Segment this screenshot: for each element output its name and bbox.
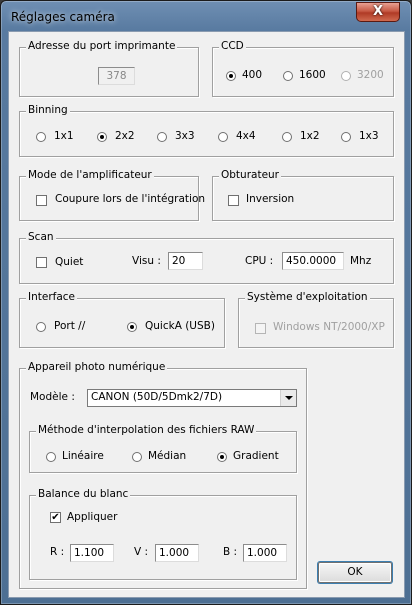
white-balance-apply-label: Appliquer (67, 511, 118, 523)
interpolation-label-lineaire: Linéaire (62, 450, 104, 462)
scan-cpu-label: CPU : (245, 255, 274, 267)
ccd-radio-3200 (341, 71, 351, 81)
camera-model-select[interactable]: CANON (50D/5Dmk2/7D) (87, 389, 297, 407)
interpolation-label-median: Médian (148, 450, 187, 462)
white-balance-group: Balance du blanc ✔ Appliquer R : V : B : (29, 488, 297, 580)
ccd-label-1600: 1600 (299, 69, 326, 81)
os-group: Système d'exploitation Windows NT/2000/X… (238, 291, 394, 348)
scan-visu-field[interactable] (168, 252, 203, 270)
scan-quiet-checkbox[interactable] (36, 257, 47, 268)
binning-radio-1x2[interactable] (282, 132, 292, 142)
title-bar[interactable]: Réglages caméra X (1, 1, 411, 31)
camera-model-value: CANON (50D/5Dmk2/7D) (91, 391, 223, 403)
binning-radio-3x3[interactable] (157, 132, 167, 142)
interpolation-radio-lineaire[interactable] (46, 452, 56, 462)
scan-legend: Scan (26, 231, 56, 243)
shutter-inversion-checkbox[interactable] (228, 195, 239, 206)
binning-label-1x2: 1x2 (300, 130, 320, 142)
ccd-legend: CCD (219, 40, 246, 52)
binning-label-4x4: 4x4 (236, 130, 256, 142)
chevron-down-icon[interactable] (280, 390, 296, 406)
port-address-legend: Adresse du port imprimante (26, 40, 178, 52)
amplifier-legend: Mode de l'amplificateur (26, 169, 154, 181)
amplifier-checkbox[interactable] (36, 195, 47, 206)
scan-cpu-field[interactable] (282, 252, 344, 270)
interface-group: Interface Port // QuickA (USB) (19, 291, 225, 348)
interpolation-radio-gradient[interactable] (217, 452, 227, 462)
ok-button[interactable]: OK (318, 562, 392, 583)
interface-legend: Interface (26, 291, 78, 303)
os-windows-label: Windows NT/2000/XP (273, 321, 385, 333)
ccd-label-400: 400 (242, 69, 263, 81)
white-balance-r-label: R : (50, 546, 65, 558)
port-address-field (98, 67, 135, 85)
white-balance-b-label: B : (223, 546, 238, 558)
white-balance-g-label: V : (134, 546, 149, 558)
scan-cpu-unit: Mhz (350, 255, 372, 267)
os-windows-checkbox (255, 323, 266, 334)
dialog-client-area: Adresse du port imprimante CCD 400 1600 … (8, 31, 405, 598)
interpolation-group: Méthode d'interpolation des fichiers RAW… (29, 424, 297, 473)
shutter-legend: Obturateur (219, 169, 282, 181)
ccd-radio-1600[interactable] (283, 71, 293, 81)
ccd-group: CCD 400 1600 3200 (212, 40, 394, 97)
close-button[interactable]: X (356, 2, 400, 22)
os-legend: Système d'exploitation (245, 291, 370, 303)
binning-group: Binning 1x1 2x2 3x3 4x4 1x2 1x3 (19, 104, 394, 157)
interpolation-legend: Méthode d'interpolation des fichiers RAW (36, 424, 257, 436)
binning-label-1x3: 1x3 (359, 130, 379, 142)
white-balance-b-field[interactable] (243, 544, 287, 562)
white-balance-r-field[interactable] (70, 544, 114, 562)
interpolation-radio-median[interactable] (132, 452, 142, 462)
binning-radio-1x1[interactable] (36, 132, 46, 142)
scan-group: Scan Quiet Visu : CPU : Mhz (19, 231, 394, 284)
shutter-inversion-label: Inversion (246, 193, 295, 205)
shutter-group: Obturateur Inversion (212, 169, 394, 221)
white-balance-apply-checkbox[interactable]: ✔ (50, 512, 61, 523)
camera-model-label: Modèle : (30, 391, 75, 403)
binning-label-1x1: 1x1 (54, 130, 74, 142)
camera-legend: Appareil photo numérique (26, 361, 168, 373)
interface-radio-parallel[interactable] (36, 322, 46, 332)
binning-radio-4x4[interactable] (218, 132, 228, 142)
ccd-radio-400[interactable] (226, 71, 236, 81)
binning-label-2x2: 2x2 (115, 130, 135, 142)
interface-label-quicka: QuickA (USB) (145, 320, 215, 332)
binning-legend: Binning (26, 104, 70, 116)
amplifier-group: Mode de l'amplificateur Coupure lors de … (19, 169, 205, 221)
window-title: Réglages caméra (11, 10, 115, 24)
interpolation-label-gradient: Gradient (233, 450, 279, 462)
camera-group: Appareil photo numérique Modèle : CANON … (19, 361, 307, 589)
scan-visu-label: Visu : (132, 255, 161, 267)
dialog-window: Réglages caméra X Adresse du port imprim… (0, 0, 412, 605)
check-icon: ✔ (51, 512, 60, 523)
white-balance-g-field[interactable] (155, 544, 199, 562)
ccd-label-3200: 3200 (357, 69, 384, 81)
binning-radio-1x3[interactable] (341, 132, 351, 142)
port-address-group: Adresse du port imprimante (19, 40, 199, 97)
scan-quiet-label: Quiet (55, 256, 84, 268)
white-balance-legend: Balance du blanc (36, 488, 131, 500)
binning-label-3x3: 3x3 (175, 130, 195, 142)
binning-radio-2x2[interactable] (97, 132, 107, 142)
interface-radio-quicka[interactable] (127, 322, 137, 332)
amplifier-checkbox-label: Coupure lors de l'intégration (55, 193, 206, 205)
interface-label-parallel: Port // (54, 320, 86, 332)
